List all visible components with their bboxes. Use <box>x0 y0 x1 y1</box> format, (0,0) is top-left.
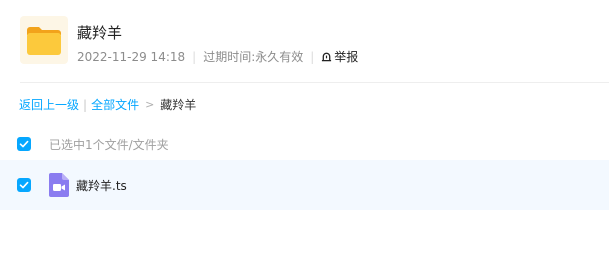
share-page: 藏羚羊 2022-11-29 14:18 | 过期时间: 永久有效 | 举报 返… <box>0 0 609 254</box>
file-checkbox[interactable] <box>17 178 31 192</box>
check-icon <box>19 181 29 189</box>
meta-divider: | <box>192 49 197 64</box>
report-button[interactable]: 举报 <box>321 48 358 65</box>
all-files-link[interactable]: 全部文件 <box>91 96 139 113</box>
share-meta: 2022-11-29 14:18 | 过期时间: 永久有效 | 举报 <box>77 48 358 65</box>
selection-summary: 已选中1个文件/文件夹 <box>49 137 169 152</box>
expire-value: 永久有效 <box>255 50 304 64</box>
video-file-icon <box>49 173 69 197</box>
folder-icon <box>20 16 68 64</box>
share-title: 藏羚羊 <box>77 24 123 42</box>
expire-label: 过期时间: <box>203 50 256 64</box>
share-date: 2022-11-29 14:18 <box>77 49 186 64</box>
breadcrumb-separator: | <box>83 97 88 112</box>
report-label: 举报 <box>334 50 359 64</box>
header-divider <box>20 82 609 83</box>
file-name[interactable]: 藏羚羊.ts <box>76 177 127 194</box>
breadcrumb-current: 藏羚羊 <box>160 98 197 112</box>
breadcrumb: 返回上一级 | 全部文件 > 藏羚羊 <box>19 96 196 113</box>
file-row[interactable]: 藏羚羊.ts <box>0 160 609 210</box>
alarm-icon <box>322 52 332 62</box>
back-link[interactable]: 返回上一级 <box>19 96 79 113</box>
selection-summary-row: 已选中1个文件/文件夹 <box>17 134 577 154</box>
select-all-checkbox[interactable] <box>17 137 31 151</box>
breadcrumb-arrow-icon: > <box>145 98 155 111</box>
check-icon <box>19 140 29 148</box>
meta-divider: | <box>310 49 315 64</box>
share-header: 藏羚羊 2022-11-29 14:18 | 过期时间: 永久有效 | 举报 <box>20 16 609 68</box>
